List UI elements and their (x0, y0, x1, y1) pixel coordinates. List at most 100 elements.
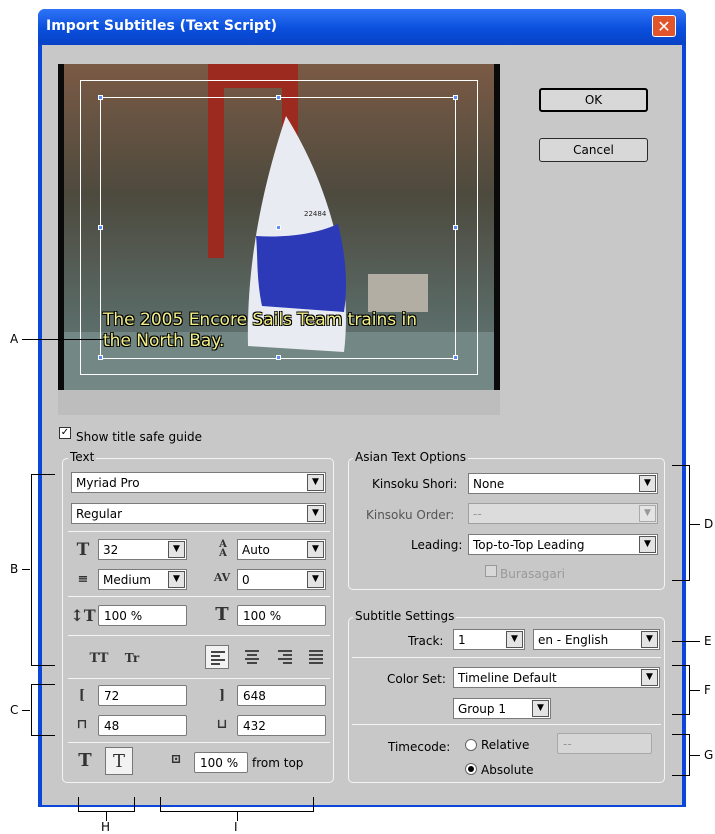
ok-button[interactable]: OK (539, 88, 648, 112)
callout-bracket (689, 465, 690, 581)
resize-handle[interactable] (453, 225, 458, 230)
callout-line (690, 690, 700, 691)
justify-icon[interactable] (304, 645, 328, 669)
position-suffix: from top (252, 756, 304, 770)
callout-line (690, 755, 700, 756)
track-select[interactable]: 1 ▼ (453, 629, 525, 650)
margin-icon: [ (78, 688, 86, 703)
callout-bracket (31, 735, 55, 736)
leading-select[interactable]: Auto ▼ (237, 539, 326, 560)
resize-handle[interactable] (453, 355, 458, 360)
tracking-value: 0 (242, 573, 250, 587)
show-title-safe-checkbox[interactable]: ✓ (59, 427, 71, 439)
margin-right-value: 648 (243, 689, 266, 703)
tracking-icon: AV (213, 571, 231, 584)
callout-bracket (672, 665, 690, 666)
font-family-select[interactable]: Myriad Pro ▼ (71, 472, 326, 493)
color-set-value: Timeline Default (458, 671, 557, 685)
callout-line (22, 710, 30, 711)
text-group-label: Text (68, 450, 97, 464)
relative-radio[interactable] (465, 739, 477, 751)
callout-a: A (10, 332, 19, 346)
position-input[interactable]: 100 % (194, 752, 248, 773)
callout-line (690, 524, 700, 525)
close-button[interactable]: ✕ (652, 15, 676, 37)
color-group-value: Group 1 (458, 702, 506, 716)
position-value: 100 % (200, 756, 239, 770)
margin-icon: ] (218, 688, 226, 703)
dropdown-arrow-icon: ▼ (307, 505, 324, 522)
title-bar[interactable]: Import Subtitles (Text Script) ✕ (38, 9, 686, 45)
dropdown-arrow-icon: ▼ (639, 475, 656, 492)
font-style-value: Regular (76, 507, 123, 521)
leading-mode-label: Leading: (411, 538, 463, 552)
callout-bracket (31, 665, 55, 666)
color-set-select[interactable]: Timeline Default ▼ (453, 667, 660, 688)
font-size-select[interactable]: 32 ▼ (98, 539, 187, 560)
resize-handle[interactable] (276, 225, 281, 230)
margin-top-value: 48 (104, 719, 120, 733)
margin-bottom-value: 432 (243, 719, 266, 733)
callout-line (22, 339, 104, 340)
all-caps-button[interactable]: TT (86, 651, 112, 666)
leading-mode-select[interactable]: Top-to-Top Leading ▼ (468, 534, 658, 555)
vertical-text-icon[interactable]: T (72, 750, 98, 771)
callout-bracket (672, 714, 690, 715)
margin-bottom-input[interactable]: 432 (237, 715, 326, 736)
show-title-safe-label: Show title safe guide (76, 430, 203, 444)
language-select[interactable]: en - English ▼ (533, 629, 660, 650)
color-group-select[interactable]: Group 1 ▼ (453, 698, 551, 719)
callout-bracket (31, 474, 55, 475)
align-center-icon[interactable] (240, 645, 264, 669)
dropdown-arrow-icon: ▼ (641, 669, 658, 686)
font-style-select[interactable]: Regular ▼ (71, 503, 326, 524)
kinsoku-order-label: Kinsoku Order: (366, 508, 455, 522)
align-left-icon[interactable] (205, 645, 229, 669)
align-right-icon[interactable] (273, 645, 297, 669)
callout-bracket (672, 465, 690, 466)
subtitle-settings-label: Subtitle Settings (353, 609, 457, 623)
tracking-select[interactable]: 0 ▼ (237, 569, 326, 590)
small-caps-button[interactable]: Tr (122, 651, 142, 665)
letterbox-right (494, 64, 500, 390)
resize-handle[interactable] (98, 225, 103, 230)
separator (352, 657, 661, 658)
callout-bracket (672, 580, 690, 581)
stroke-weight-select[interactable]: Medium ▼ (98, 569, 187, 590)
margin-top-input[interactable]: 48 (98, 715, 187, 736)
separator (68, 596, 330, 597)
margin-icon: ⊔ (216, 717, 228, 732)
resize-handle[interactable] (98, 95, 103, 100)
horizontal-text-button[interactable]: T (105, 747, 133, 775)
stroke-icon: ≡ (77, 572, 89, 587)
callout-e: E (704, 634, 712, 648)
vertical-scale-icon: ↕T (70, 606, 96, 625)
language-value: en - English (538, 633, 609, 647)
resize-handle[interactable] (276, 95, 281, 100)
resize-handle[interactable] (276, 355, 281, 360)
resize-handle[interactable] (453, 95, 458, 100)
vertical-scale-input[interactable]: 100 % (98, 605, 187, 626)
callout-line (22, 569, 30, 570)
font-family-value: Myriad Pro (76, 476, 140, 490)
margin-right-input[interactable]: 648 (237, 685, 326, 706)
horizontal-scale-input[interactable]: 100 % (237, 605, 326, 626)
letterbox-left (58, 64, 64, 390)
separator (352, 724, 661, 725)
resize-handle[interactable] (98, 355, 103, 360)
track-label: Track: (408, 634, 444, 648)
timecode-label: Timecode: (388, 740, 451, 754)
margin-left-input[interactable]: 72 (98, 685, 187, 706)
position-icon: ⊡ (170, 752, 182, 767)
asian-text-group-label: Asian Text Options (353, 450, 468, 464)
callout-g: G (704, 748, 714, 762)
vertical-scale-value: 100 % (104, 609, 143, 623)
separator (68, 742, 330, 743)
absolute-radio[interactable] (465, 763, 477, 775)
horizontal-text-icon: T (112, 751, 125, 772)
cancel-button[interactable]: Cancel (539, 138, 648, 162)
kinsoku-order-select: -- ▼ (468, 503, 658, 524)
dropdown-arrow-icon: ▼ (168, 571, 185, 588)
kinsoku-shori-select[interactable]: None ▼ (468, 473, 658, 494)
callout-h: H (101, 820, 111, 834)
